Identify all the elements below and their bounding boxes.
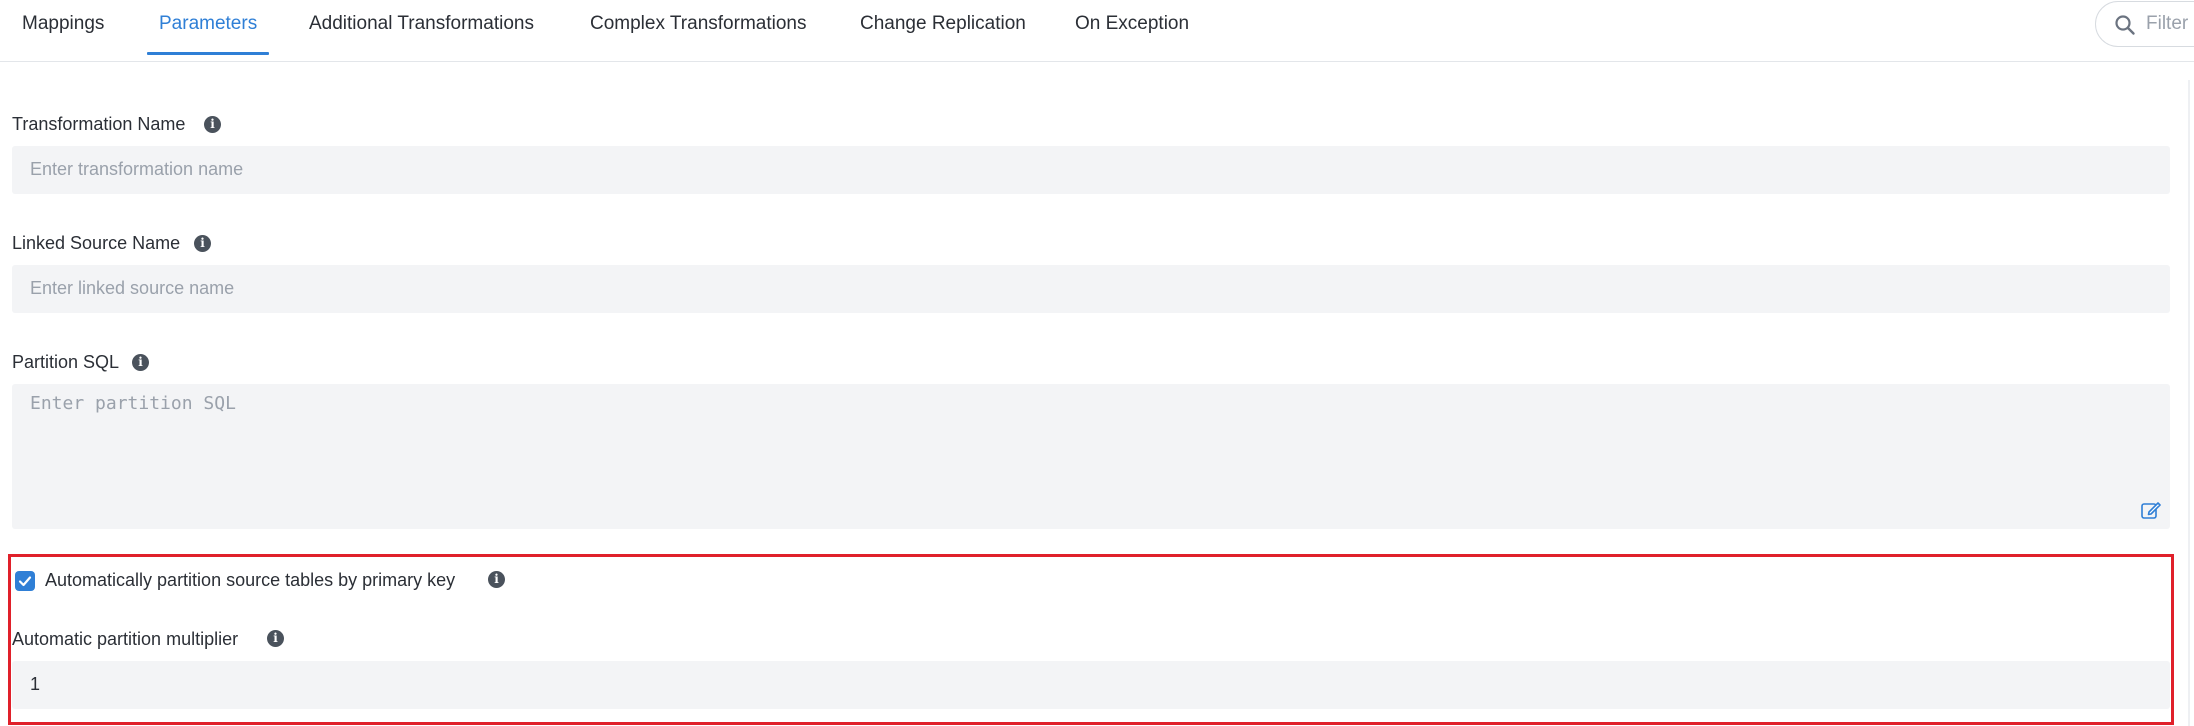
filter-input[interactable]: Filter <box>2095 1 2194 47</box>
linked-source-name-input[interactable]: Enter linked source name <box>12 265 2170 313</box>
info-icon[interactable]: i <box>194 235 211 252</box>
linked-source-name-placeholder: Enter linked source name <box>30 278 235 298</box>
auto-partition-label[interactable]: Automatically partition source tables by… <box>45 570 455 591</box>
info-icon[interactable]: i <box>267 630 284 647</box>
tab-additional-transformations[interactable]: Additional Transformations <box>297 0 546 62</box>
edit-icon[interactable] <box>2140 499 2162 521</box>
info-icon[interactable]: i <box>204 116 221 133</box>
info-icon[interactable]: i <box>132 354 149 371</box>
transformation-name-input[interactable]: Enter transformation name <box>12 146 2170 194</box>
partition-multiplier-value: 1 <box>30 674 41 694</box>
tab-on-exception[interactable]: On Exception <box>1063 0 1201 62</box>
tab-change-replication[interactable]: Change Replication <box>848 0 1038 62</box>
transformation-name-placeholder: Enter transformation name <box>30 159 244 179</box>
info-icon[interactable]: i <box>488 571 505 588</box>
scrollbar-track[interactable] <box>2188 80 2190 726</box>
auto-partition-checkbox[interactable] <box>15 571 35 591</box>
partition-sql-label: Partition SQL <box>12 352 120 372</box>
partition-multiplier-label: Automatic partition multiplier <box>12 629 239 649</box>
tab-mappings[interactable]: Mappings <box>10 0 116 62</box>
partition-sql-placeholder: Enter partition SQL <box>30 393 236 414</box>
transformation-name-label: Transformation Name <box>12 114 186 134</box>
tab-parameters[interactable]: Parameters <box>147 0 270 62</box>
partition-multiplier-input[interactable]: 1 <box>12 661 2170 709</box>
linked-source-name-label: Linked Source Name <box>12 233 181 253</box>
tab-bar: Mappings Parameters Additional Transform… <box>0 0 2194 62</box>
filter-placeholder: Filter <box>2146 13 2189 34</box>
tab-complex-transformations[interactable]: Complex Transformations <box>578 0 818 62</box>
search-icon <box>2115 15 2135 35</box>
partition-sql-textarea[interactable]: Enter partition SQL <box>12 384 2170 529</box>
check-icon <box>18 576 32 587</box>
